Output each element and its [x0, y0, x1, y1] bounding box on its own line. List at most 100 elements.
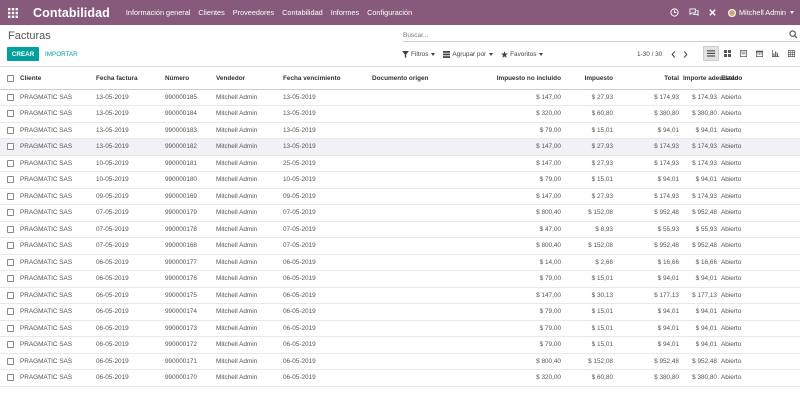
calendar-view-icon[interactable] [751, 46, 767, 61]
cell-numero: 990000172 [163, 336, 214, 354]
filter-icon [402, 50, 409, 58]
menu-item-general[interactable]: Información general [126, 8, 191, 17]
pager-value[interactable]: 1-30 / 30 [637, 51, 662, 58]
form-view-icon[interactable] [735, 46, 751, 61]
table-row[interactable]: PRAGMATIC SAS 13-05-2019 990000185 Mitchell… [0, 89, 800, 106]
cell-vendedor: Mitchell Admin [214, 336, 281, 354]
cell-numero: 990000178 [163, 221, 214, 238]
cell-fecha-vencimiento: 07-05-2019 [281, 237, 370, 255]
cell-fecha-vencimiento: 06-05-2019 [281, 353, 370, 370]
table-row[interactable]: PRAGMATIC SAS 06-05-2019 990000175 Mitchell… [0, 287, 800, 304]
create-button[interactable]: CREAR [7, 47, 39, 61]
col-cliente[interactable]: Cliente [18, 68, 94, 90]
menu-item-configuracion[interactable]: Configuración [367, 8, 412, 17]
cell-documento-origen [370, 138, 483, 156]
app-brand[interactable]: Contabilidad [33, 6, 110, 20]
row-checkbox[interactable] [0, 155, 18, 172]
col-impuesto[interactable]: Impuesto [563, 68, 615, 90]
row-checkbox[interactable] [0, 254, 18, 271]
col-vendedor[interactable]: Vendedor [214, 68, 281, 90]
cell-cliente: PRAGMATIC SAS [18, 287, 94, 304]
search-input[interactable] [403, 29, 783, 41]
row-checkbox[interactable] [0, 188, 18, 205]
cell-impuesto-no-incluido: $ 79,00 [483, 171, 563, 189]
menu-item-informes[interactable]: Informes [331, 8, 359, 17]
graph-view-icon[interactable] [767, 46, 783, 61]
list-view-icon[interactable] [703, 46, 719, 61]
col-fecha-vencimiento[interactable]: Fecha vencimiento [281, 68, 370, 90]
row-checkbox[interactable] [0, 353, 18, 370]
cell-impuesto: $ 60,80 [563, 105, 615, 123]
table-row[interactable]: PRAGMATIC SAS 13-05-2019 990000184 Mitchell… [0, 105, 800, 123]
cell-importe-adeudado: $ 55,93 [681, 221, 719, 238]
row-checkbox[interactable] [0, 204, 18, 222]
pager-previous-icon[interactable] [668, 48, 678, 60]
cell-estado: Abierto [719, 89, 800, 106]
table-row[interactable]: PRAGMATIC SAS 06-05-2019 990000173 Mitchell… [0, 320, 800, 337]
groupby-dropdown[interactable]: Agrupar por [443, 50, 494, 58]
favorites-dropdown[interactable]: Favoritos [501, 50, 544, 58]
col-impuesto-no-incluido[interactable]: Impuesto no incluido [483, 68, 563, 90]
chat-icon[interactable] [689, 8, 699, 18]
debug-icon[interactable] [708, 8, 718, 18]
table-row[interactable]: PRAGMATIC SAS 06-05-2019 990000171 Mitchell… [0, 353, 800, 370]
row-checkbox[interactable] [0, 287, 18, 304]
row-checkbox[interactable] [0, 138, 18, 156]
table-row[interactable]: PRAGMATIC SAS 13-05-2019 990000183 Mitchell… [0, 122, 800, 139]
table-row[interactable]: PRAGMATIC SAS 10-05-2019 990000180 Mitchell… [0, 171, 800, 189]
table-row[interactable]: PRAGMATIC SAS 06-05-2019 990000172 Mitchell… [0, 336, 800, 354]
table-row[interactable]: PRAGMATIC SAS 09-05-2019 990000169 Mitchell… [0, 188, 800, 205]
col-fecha-factura[interactable]: Fecha factura [94, 68, 163, 90]
cell-importe-adeudado: $ 94,01 [681, 336, 719, 354]
row-checkbox[interactable] [0, 105, 18, 123]
row-checkbox[interactable] [0, 237, 18, 255]
menu-item-clientes[interactable]: Clientes [198, 8, 224, 17]
col-importe-adeudado[interactable]: Importe adeudado [681, 68, 738, 90]
table-row[interactable]: PRAGMATIC SAS 06-05-2019 990000170 Mitchell… [0, 369, 800, 387]
row-checkbox[interactable] [0, 171, 18, 189]
table-row[interactable]: PRAGMATIC SAS 06-05-2019 990000174 Mitchell… [0, 303, 800, 321]
row-checkbox[interactable] [0, 336, 18, 354]
table-row[interactable]: PRAGMATIC SAS 07-05-2019 990000178 Mitchell… [0, 221, 800, 238]
pager-next-icon[interactable] [680, 48, 690, 60]
cell-total: $ 952,48 [615, 204, 681, 222]
cell-importe-adeudado: $ 177,13 [681, 287, 719, 304]
import-button[interactable]: IMPORTAR [45, 47, 78, 61]
user-menu[interactable]: Mitchell Admin [727, 8, 794, 17]
table-row[interactable]: PRAGMATIC SAS 07-05-2019 990000168 Mitchell… [0, 237, 800, 255]
row-checkbox[interactable] [0, 122, 18, 139]
kanban-view-icon[interactable] [719, 46, 735, 61]
row-checkbox[interactable] [0, 221, 18, 238]
row-checkbox[interactable] [0, 89, 18, 106]
filters-dropdown[interactable]: Filtros [402, 50, 436, 58]
row-checkbox[interactable] [0, 303, 18, 321]
menu-item-proveedores[interactable]: Proveedores [233, 8, 274, 17]
col-documento-origen[interactable]: Documento origen [370, 68, 483, 90]
clock-icon[interactable] [670, 8, 680, 18]
menu-item-contabilidad[interactable]: Contabilidad [282, 8, 323, 17]
main-menu: Información general Clientes Proveedores… [126, 0, 420, 25]
row-checkbox[interactable] [0, 369, 18, 387]
select-all-checkbox[interactable] [0, 68, 18, 90]
col-estado[interactable]: Estado [719, 68, 800, 90]
table-row[interactable]: PRAGMATIC SAS 06-05-2019 990000176 Mitchell… [0, 270, 800, 288]
cell-importe-adeudado: $ 94,01 [681, 320, 719, 337]
groupby-label: Agrupar por [452, 50, 487, 58]
search-icon[interactable] [789, 30, 799, 40]
table-row[interactable]: PRAGMATIC SAS 13-05-2019 990000182 Mitchell… [0, 138, 800, 156]
pivot-view-icon[interactable] [783, 46, 799, 61]
cell-documento-origen [370, 270, 483, 288]
col-total[interactable]: Total [615, 68, 681, 90]
cell-total: $ 177,13 [615, 287, 681, 304]
col-numero[interactable]: Número [163, 68, 214, 90]
apps-grid-icon[interactable] [6, 0, 20, 25]
cell-importe-adeudado: $ 94,01 [681, 270, 719, 288]
row-checkbox[interactable] [0, 270, 18, 288]
cell-documento-origen [370, 89, 483, 106]
table-row[interactable]: PRAGMATIC SAS 07-05-2019 990000179 Mitchell… [0, 204, 800, 222]
cell-vendedor: Mitchell Admin [214, 369, 281, 387]
table-row[interactable]: PRAGMATIC SAS 06-05-2019 990000177 Mitchell… [0, 254, 800, 271]
table-row[interactable]: PRAGMATIC SAS 10-05-2019 990000181 Mitchell… [0, 155, 800, 172]
row-checkbox[interactable] [0, 320, 18, 337]
cell-impuesto-no-incluido: $ 79,00 [483, 320, 563, 337]
